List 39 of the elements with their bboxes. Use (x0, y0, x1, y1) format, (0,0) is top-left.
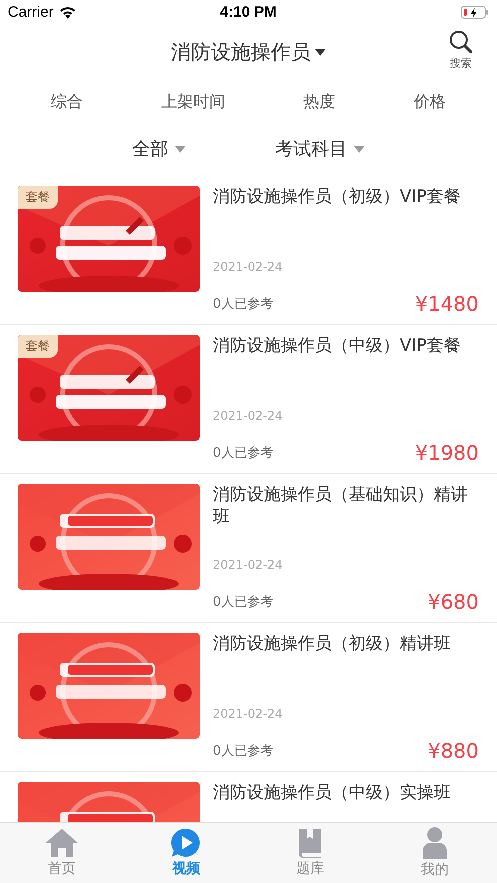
sort-tab[interactable]: 价格 (408, 88, 452, 116)
sort-tab[interactable]: 热度 (298, 88, 342, 116)
filter-dropdown[interactable]: 全部 (132, 137, 186, 161)
takers-count: 0人已参考 (213, 296, 274, 313)
course-title[interactable]: 消防设施操作员（初级）VIP套餐 (213, 186, 479, 208)
course-date: 2021-02-24 (213, 260, 284, 274)
caret-icon (315, 48, 326, 56)
course-title[interactable]: 消防设施操作员（基础知识）精讲班 (213, 484, 479, 528)
course-price: ¥680 (428, 590, 479, 614)
takers-count: 0人已参考 (213, 594, 274, 611)
course-title[interactable]: 消防设施操作员（初级）精讲班 (213, 633, 479, 655)
takers-count: 0人已参考 (213, 445, 274, 462)
sort-tab[interactable]: 综合 (45, 88, 90, 116)
filter-dropdown[interactable]: 考试科目 (276, 137, 364, 161)
course-title[interactable]: 消防设施操作员（中级）VIP套餐 (213, 335, 479, 357)
status-time: 4:10 PM (220, 4, 277, 20)
package-badge: 套餐 (18, 335, 58, 358)
wifi-icon (58, 6, 77, 18)
search-icon (449, 30, 473, 54)
home-icon (45, 828, 80, 858)
package-badge: 套餐 (18, 186, 58, 209)
course-date: 2021-02-24 (213, 707, 284, 721)
battery-icon (460, 6, 489, 18)
user-icon (422, 827, 448, 859)
course-date: 2021-02-24 (213, 558, 284, 572)
caret-icon (354, 146, 364, 152)
search-button[interactable]: 搜索 (449, 30, 473, 71)
caret-icon (174, 146, 186, 152)
play-icon (171, 828, 202, 858)
course-price: ¥1480 (415, 292, 479, 316)
course-date: 2021-02-24 (213, 409, 284, 423)
sort-tab[interactable]: 上架时间 (155, 88, 232, 116)
course-title[interactable]: 消防设施操作员（中级）实操班 (213, 782, 479, 804)
course-price: ¥1980 (415, 441, 479, 465)
book-icon (298, 828, 324, 858)
page-title[interactable]: 消防设施操作员 (171, 38, 311, 66)
carrier-label: Carrier (8, 4, 54, 20)
takers-count: 0人已参考 (213, 743, 274, 760)
course-price: ¥880 (428, 739, 479, 763)
